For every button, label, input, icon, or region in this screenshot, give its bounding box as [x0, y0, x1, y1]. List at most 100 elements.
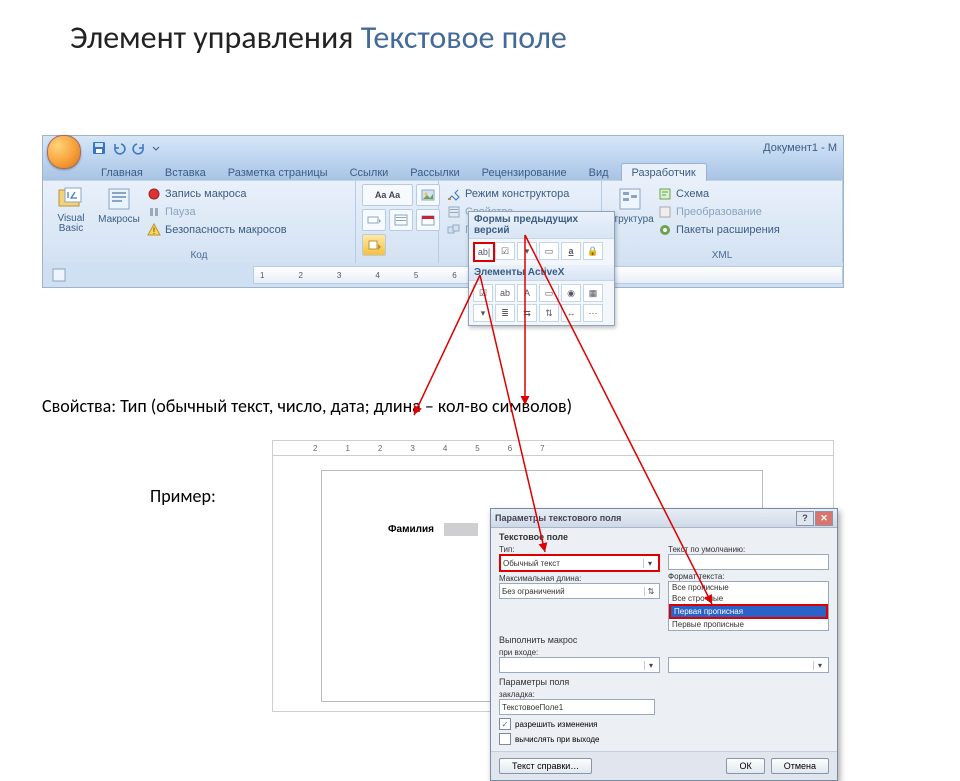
macros-label: Макросы — [98, 214, 140, 225]
undo-icon[interactable] — [111, 140, 127, 156]
calc-exit-label: вычислять при выходе — [515, 735, 599, 744]
cancel-button[interactable]: Отмена — [771, 758, 829, 774]
transform-label: Преобразование — [676, 206, 762, 218]
save-icon[interactable] — [91, 140, 107, 156]
example-ruler: 2 1 2 3 4 5 6 7 — [273, 441, 833, 456]
ax-textbox-button[interactable]: ab — [495, 284, 515, 302]
ruler-mark: 2 — [378, 444, 382, 453]
ruler-mark: 2 — [313, 444, 317, 453]
type-select[interactable]: Обычный текст▾ — [499, 554, 660, 572]
dialog-title-text: Параметры текстового поля — [495, 513, 621, 523]
ruler-mark: 1 — [345, 444, 349, 453]
legacy-tools-button[interactable] — [362, 234, 386, 256]
dropdown-control-button[interactable] — [389, 209, 413, 231]
picture-control-button[interactable] — [416, 184, 440, 206]
tab-references[interactable]: Ссылки — [340, 164, 399, 181]
ax-image-button[interactable]: ▦ — [583, 284, 603, 302]
tab-view[interactable]: Вид — [579, 164, 619, 181]
qat-dropdown-icon[interactable] — [151, 140, 167, 156]
ax-button-button[interactable]: ▭ — [539, 284, 559, 302]
tab-page-layout[interactable]: Разметка страницы — [218, 164, 338, 181]
macros-button[interactable]: Макросы — [97, 184, 141, 225]
document-header-band: 1 2 3 4 5 6 7 — [43, 263, 843, 287]
vertical-ruler[interactable] — [43, 282, 65, 287]
ax-checkbox-button[interactable]: ☑ — [473, 284, 493, 302]
pause-icon — [147, 205, 161, 219]
ax-more-button[interactable]: ⋯ — [583, 304, 603, 322]
tab-insert[interactable]: Вставка — [155, 164, 216, 181]
maxlen-select[interactable]: Без ограничений⇅ — [499, 583, 660, 599]
svg-text:!: ! — [153, 226, 156, 236]
ax-toggle-button[interactable]: ⇆ — [517, 304, 537, 322]
ruler-mark: 6 — [452, 271, 456, 280]
ruler-mark: 1 — [260, 271, 264, 280]
format-option[interactable]: Все прописные — [669, 582, 828, 593]
legacy-controls-panel: Формы предыдущих версий ab| ☑ ▾ ▭ a 🔒 Эл… — [468, 211, 615, 326]
on-enter-select[interactable]: ▾ — [499, 657, 660, 673]
expansion-packs-button[interactable]: Пакеты расширения — [656, 222, 782, 238]
legacy-shading-button[interactable]: a — [561, 242, 581, 260]
ax-combo-button[interactable]: ▾ — [473, 304, 493, 322]
macro-security-label: Безопасность макросов — [165, 224, 287, 236]
ax-label-button[interactable]: A — [517, 284, 537, 302]
ax-list-button[interactable]: ≣ — [495, 304, 515, 322]
slide-title: Элемент управления Текстовое поле — [0, 0, 960, 63]
ok-button[interactable]: ОК — [726, 758, 764, 774]
tab-home[interactable]: Главная — [91, 164, 153, 181]
schema-icon — [658, 187, 672, 201]
macro-security-button[interactable]: ! Безопасность макросов — [145, 222, 289, 238]
help-window-button[interactable]: ? — [796, 511, 814, 526]
format-option[interactable]: Первые прописные — [669, 619, 828, 630]
legacy-frame-button[interactable]: ▭ — [539, 242, 559, 260]
format-listbox[interactable]: Все прописные Все строчные Первая пропис… — [668, 581, 829, 631]
combobox-control-button[interactable] — [362, 209, 386, 231]
office-button[interactable] — [47, 135, 81, 169]
legacy-reset-button[interactable]: 🔒 — [583, 242, 603, 260]
tab-developer[interactable]: Разработчик — [621, 163, 707, 181]
ax-option-button[interactable]: ◉ — [561, 284, 581, 302]
visual-basic-button[interactable]: Visual Basic — [49, 184, 93, 234]
design-mode-button[interactable]: Режим конструктора — [445, 186, 571, 202]
bookmark-input[interactable]: ТекстовоеПоле1 — [499, 699, 655, 715]
legacy-combobox-button[interactable]: ▾ — [517, 242, 537, 260]
surname-text-field[interactable] — [444, 523, 478, 536]
default-text-input[interactable] — [668, 554, 829, 570]
ax-scroll-button[interactable]: ↔ — [561, 304, 581, 322]
example-label: Пример: — [150, 485, 216, 507]
datepicker-control-button[interactable] — [416, 209, 440, 231]
field-params-section: Параметры поля — [499, 677, 829, 688]
design-mode-label: Режим конструктора — [465, 188, 569, 200]
richtext-control-button[interactable]: Aa Aa — [362, 184, 413, 206]
format-option[interactable]: Все строчные — [669, 593, 828, 604]
macros-icon — [105, 186, 133, 212]
visual-basic-icon — [57, 186, 85, 212]
textfield-options-dialog: Параметры текстового поля ? ✕ Текстовое … — [490, 508, 838, 781]
help-text-button[interactable]: Текст справки… — [499, 758, 592, 774]
legacy-textfield-button[interactable]: ab| — [473, 242, 495, 262]
type-value: Обычный текст — [503, 559, 560, 568]
schema-button[interactable]: Схема — [656, 186, 782, 202]
calc-exit-checkbox[interactable]: вычислять при выходе — [499, 733, 829, 745]
expansion-icon — [658, 223, 672, 237]
record-macro-button[interactable]: Запись макроса — [145, 186, 289, 202]
on-exit-select[interactable]: ▾ — [668, 657, 829, 673]
schema-label: Схема — [676, 188, 709, 200]
dialog-titlebar[interactable]: Параметры текстового поля ? ✕ — [491, 509, 837, 528]
on-enter-label: при входе: — [499, 648, 660, 657]
format-option-selected[interactable]: Первая прописная — [669, 604, 828, 619]
group-xml-label: XML — [608, 249, 836, 262]
ax-spin-button[interactable]: ⇅ — [539, 304, 559, 322]
section-textfield: Текстовое поле — [499, 532, 829, 543]
redo-icon[interactable] — [131, 140, 147, 156]
tab-review[interactable]: Рецензирование — [472, 164, 577, 181]
legacy-checkbox-button[interactable]: ☑ — [495, 242, 515, 260]
properties-icon — [447, 205, 461, 219]
tab-mailings[interactable]: Рассылки — [400, 164, 469, 181]
ruler-mark: 3 — [337, 271, 341, 280]
group-icon — [447, 223, 461, 237]
ribbon-tabs: Главная Вставка Разметка страницы Ссылки… — [43, 160, 843, 180]
close-window-button[interactable]: ✕ — [815, 511, 833, 526]
group-controls-gallery: Aa Aa — [356, 181, 439, 263]
dialog-buttons: Текст справки… ОК Отмена — [491, 751, 837, 780]
titlebar: Документ1 - M — [43, 136, 843, 160]
